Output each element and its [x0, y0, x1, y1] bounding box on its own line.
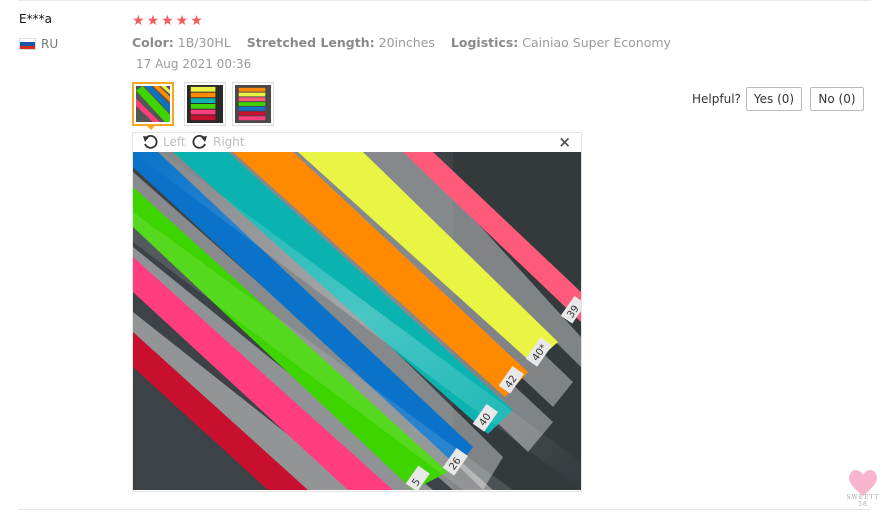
review-photo-large: 5 26 40 42 40* 39: [133, 152, 581, 490]
photo-viewer-toolbar: Left Right ×: [133, 133, 581, 152]
star-rating: ★ ★ ★ ★ ★: [132, 12, 203, 30]
watermark-text: SWEETT 58: [846, 494, 880, 508]
top-divider: [18, 0, 871, 1]
order-attributes: Color: 1B/30HL Stretched Length: 20inche…: [132, 35, 671, 50]
logistics-value: Cainiao Super Economy: [522, 35, 671, 50]
hair-extension-photo: [187, 85, 223, 123]
review-date: 17 Aug 2021 00:36: [136, 57, 252, 71]
hair-extension-photo: [136, 86, 170, 122]
hair-extensions-photo: 5 26 40 42 40* 39: [133, 152, 581, 490]
star-icon: ★: [161, 13, 174, 29]
close-viewer-icon[interactable]: ×: [558, 133, 571, 151]
rotate-left-label: Left: [163, 135, 186, 149]
hair-extension-photo: [235, 85, 271, 123]
rotate-right-label: Right: [213, 135, 245, 149]
reviewer-name: E***a: [19, 12, 52, 26]
rotate-left-button[interactable]: Left: [142, 134, 186, 150]
review-photo-thumbnail-1[interactable]: [132, 82, 174, 126]
helpful-yes-button[interactable]: Yes (0): [746, 87, 802, 111]
photo-viewer: Left Right × 5 26 40 42 40* 39: [132, 132, 582, 492]
reviewer-country: RU: [19, 37, 58, 51]
length-value: 20inches: [378, 35, 435, 50]
logistics-label: Logistics:: [450, 35, 519, 50]
star-icon: ★: [190, 13, 203, 29]
rotate-right-button[interactable]: Right: [192, 134, 245, 150]
color-label: Color:: [132, 35, 174, 50]
length-label: Stretched Length:: [246, 35, 375, 50]
color-value: 1B/30HL: [177, 35, 231, 50]
star-icon: ★: [132, 13, 145, 29]
review-photo-thumbnail-2[interactable]: [184, 82, 226, 126]
helpful-label: Helpful?: [692, 92, 741, 106]
review-photo-thumbnail-3[interactable]: [232, 82, 274, 126]
rotate-left-icon: [143, 134, 158, 149]
helpful-no-button[interactable]: No (0): [810, 87, 864, 111]
country-code: RU: [41, 37, 59, 51]
active-thumbnail-caret: [145, 124, 157, 130]
bottom-divider: [18, 509, 871, 510]
russia-flag-icon: [19, 38, 36, 50]
star-icon: ★: [175, 13, 189, 29]
rotate-right-icon: [192, 134, 207, 149]
star-icon: ★: [146, 13, 160, 29]
